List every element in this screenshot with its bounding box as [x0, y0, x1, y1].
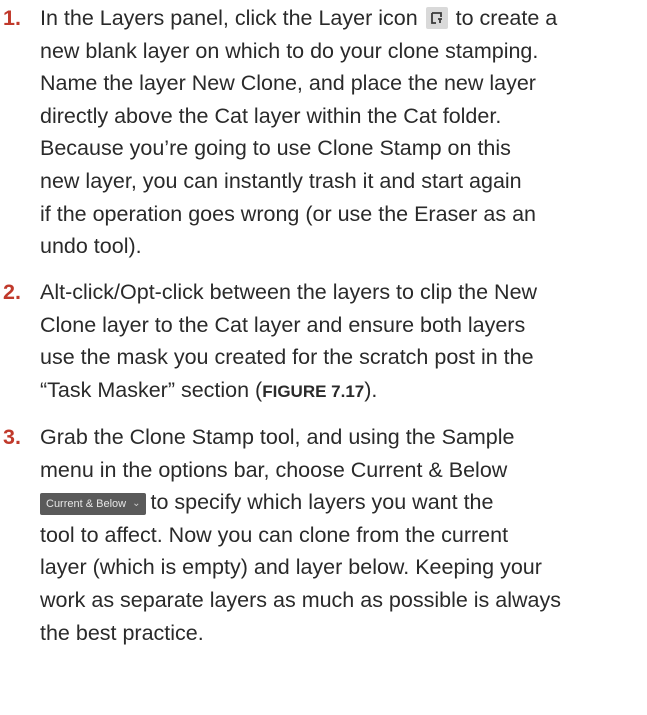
- line-text: ).: [364, 377, 378, 402]
- figure-reference: FIGURE 7.17: [262, 381, 365, 401]
- line-text: “Task Masker” section (: [40, 377, 263, 402]
- step-number: 2.: [3, 280, 21, 304]
- sample-dropdown: Current & Below ⌄: [40, 493, 147, 516]
- chevron-down-icon: ⌄: [132, 498, 141, 510]
- step-line: layer (which is empty) and layer below. …: [40, 555, 542, 580]
- line-text: to create a: [455, 6, 558, 30]
- step-line: work as separate layers as much as possi…: [40, 588, 561, 612]
- step-line: Name the layer New Clone, and place the …: [40, 71, 536, 96]
- step-line: Clone layer to the Cat layer and ensure …: [40, 312, 526, 337]
- step-line: In the Layers panel, click the Layer ico…: [40, 2, 557, 35]
- step-line: “Task Masker” section (FIGURE 7.17).: [40, 374, 377, 409]
- step-line: Grab the Clone Stamp tool, and using the…: [40, 425, 515, 449]
- step-line: menu in the options bar, choose Current …: [40, 457, 508, 482]
- step-line: new blank layer on which to do your clon…: [40, 38, 539, 63]
- step-line: Because you’re going to use Clone Stamp …: [40, 136, 511, 161]
- step-line: directly above the Cat layer within the …: [40, 103, 502, 128]
- line-text: to specify which layers you want the: [150, 490, 494, 515]
- step-line: the best practice.: [40, 620, 204, 645]
- sample-dropdown-label: Current & Below: [46, 498, 127, 511]
- step-line: undo tool).: [40, 234, 142, 259]
- new-layer-icon: [425, 7, 448, 29]
- step-line: new layer, you can instantly trash it an…: [40, 169, 522, 193]
- step-line: Alt-click/Opt-click between the layers t…: [40, 280, 538, 304]
- line-text: In the Layers panel, click the Layer ico…: [40, 6, 418, 30]
- step-line: tool to affect. Now you can clone from t…: [40, 522, 509, 547]
- step-line: Current & Below ⌄ to specify which layer…: [40, 486, 493, 519]
- step-line: use the mask you created for the scratch…: [40, 345, 534, 370]
- step-number: 1.: [3, 6, 21, 30]
- step-number: 3.: [3, 425, 21, 449]
- step-line: if the operation goes wrong (or use the …: [40, 201, 536, 226]
